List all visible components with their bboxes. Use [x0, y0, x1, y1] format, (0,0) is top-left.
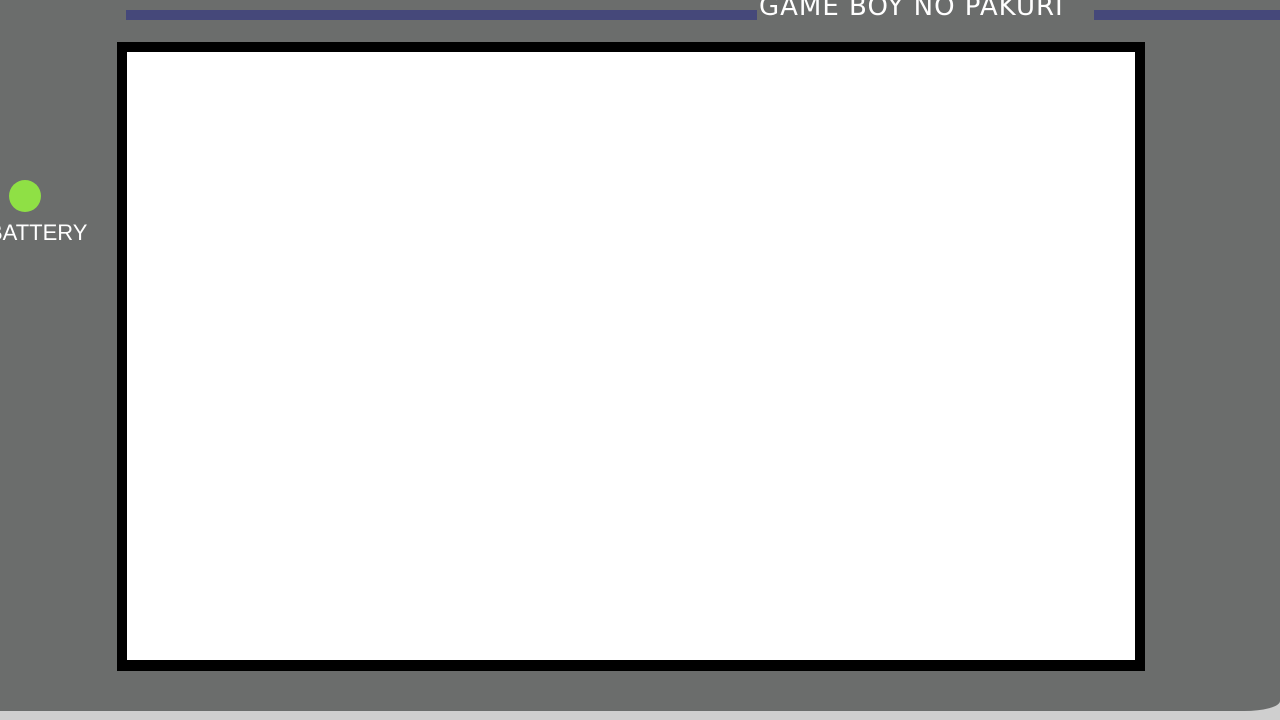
game-screen[interactable]	[127, 52, 1135, 660]
header-stripe-left	[126, 10, 757, 20]
battery-label: BATTERY	[0, 220, 88, 245]
console-brand-title: GAME BOY NO PAKURI	[759, 0, 1064, 22]
battery-led-icon	[9, 180, 41, 212]
screen-bezel	[117, 42, 1145, 671]
header-stripe-right	[1094, 10, 1280, 20]
console-body: GAME BOY NO PAKURI BATTERY	[0, 0, 1280, 711]
